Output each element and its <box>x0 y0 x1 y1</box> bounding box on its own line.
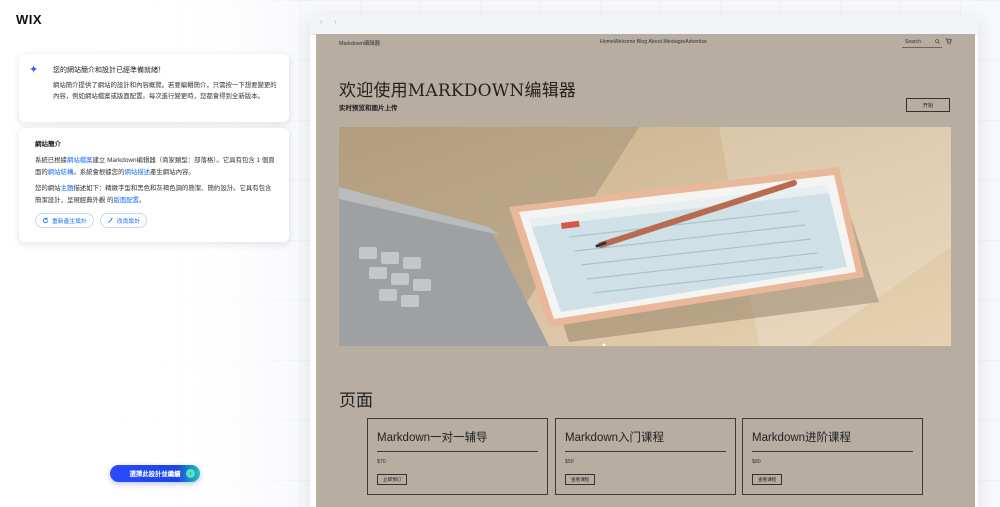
site-description-link[interactable]: 網站描述 <box>124 169 150 176</box>
site-search-input[interactable]: Search <box>902 37 942 48</box>
course-title: Markdown进阶课程 <box>752 432 852 444</box>
cart-icon[interactable] <box>945 38 952 45</box>
hero-subtitle: 实时预览和图片上传 <box>339 104 398 112</box>
choose-design-continue-button[interactable]: 選擇此設計並繼續 › <box>110 465 200 482</box>
site-logo[interactable]: Markdown编辑器 <box>339 39 380 47</box>
course-price: $70 <box>377 459 386 465</box>
theme-link[interactable]: 主題 <box>61 185 74 192</box>
regenerate-design-button[interactable]: 重新產生設計 <box>35 213 94 228</box>
divider <box>377 451 538 452</box>
divider <box>752 451 913 452</box>
hero-start-button[interactable]: 开始 <box>906 98 950 112</box>
text: 。 <box>139 197 146 204</box>
course-title: Markdown入门课程 <box>565 432 665 444</box>
layout-link[interactable]: 版面配置 <box>113 197 139 204</box>
site-nav-menu[interactable]: HomeWelcome Blog About MeotagreAdvertise <box>600 39 707 45</box>
view-course-button[interactable]: 查看课程 <box>752 474 783 485</box>
course-price: $80 <box>752 459 761 465</box>
site-preview: Markdown编辑器 HomeWelcome Blog About Meota… <box>316 34 975 507</box>
site-brief-paragraph-2: 您的網站主題描述如下：精緻字型和黑色和灰褐色調的簡潔、簡約設計。它具有包含 簡潔… <box>35 183 275 207</box>
text: 產生網站內容。 <box>150 169 195 176</box>
book-now-button[interactable]: 立即预订 <box>377 474 408 485</box>
course-card-2[interactable]: Markdown入门课程 $50 查看课程 <box>555 418 736 495</box>
ready-message-card: ✦ 您的網站簡介和設計已經準備就緒！ 網站簡介提供了網站的設計和內容概覽。若要編… <box>19 54 289 122</box>
magic-wand-icon <box>107 217 113 223</box>
site-preview-window: ‹ › Markdown编辑器 HomeWelcome Blog About M… <box>310 15 978 507</box>
view-course-button[interactable]: 查看课程 <box>565 474 596 485</box>
refresh-icon <box>42 217 49 224</box>
browser-toolbar: ‹ › <box>310 15 978 35</box>
course-card-1[interactable]: Markdown一对一辅导 $70 立即预订 <box>367 418 548 495</box>
site-file-link[interactable]: 網站檔案 <box>67 157 93 164</box>
text: 系統已根據 <box>35 157 67 164</box>
ready-message-title: 您的網站簡介和設計已經準備就緒！ <box>53 67 165 74</box>
design-actions: 重新產生設計 改良設計 <box>35 213 275 228</box>
tablet-laptop-illustration <box>339 127 951 346</box>
improve-design-label: 改良設計 <box>116 219 140 225</box>
course-card-3[interactable]: Markdown进阶课程 $80 查看课程 <box>742 418 923 495</box>
course-price: $50 <box>565 459 574 465</box>
hero-title: 欢迎使用MARKDOWN编辑器 <box>339 81 577 101</box>
site-brief-paragraph-1: 系統已根據網站檔案建立 Markdown编辑器（商家類型：部落格）。它具有包含 … <box>35 155 275 179</box>
hero-image <box>339 127 951 346</box>
pages-section-title: 页面 <box>339 391 373 411</box>
sparkle-icon: ✦ <box>29 64 39 76</box>
arrow-right-icon: › <box>186 469 195 478</box>
site-structure-link[interactable]: 網站結構 <box>48 169 74 176</box>
divider <box>565 451 726 452</box>
site-header: Markdown编辑器 HomeWelcome Blog About Meota… <box>316 34 975 51</box>
search-placeholder: Search <box>905 39 921 45</box>
search-icon <box>935 39 940 44</box>
wix-logo[interactable]: WIX <box>16 12 42 27</box>
text: 。系統會根據您的 <box>73 169 125 176</box>
site-brief-title: 網站簡介 <box>35 141 61 148</box>
improve-design-button[interactable]: 改良設計 <box>99 213 147 228</box>
site-brief-card: 網站簡介 系統已根據網站檔案建立 Markdown编辑器（商家類型：部落格）。它… <box>19 128 289 242</box>
regenerate-design-label: 重新產生設計 <box>52 219 87 225</box>
course-title: Markdown一对一辅导 <box>377 432 488 444</box>
text: 您的網站 <box>35 185 61 192</box>
browser-nav-arrows[interactable]: ‹ › <box>320 19 342 26</box>
ready-message-body: 網站簡介提供了網站的設計和內容概覽。若要編輯簡介，只需按一下想要變更的內容，例如… <box>53 82 277 100</box>
choose-design-label: 選擇此設計並繼續 <box>129 471 181 478</box>
